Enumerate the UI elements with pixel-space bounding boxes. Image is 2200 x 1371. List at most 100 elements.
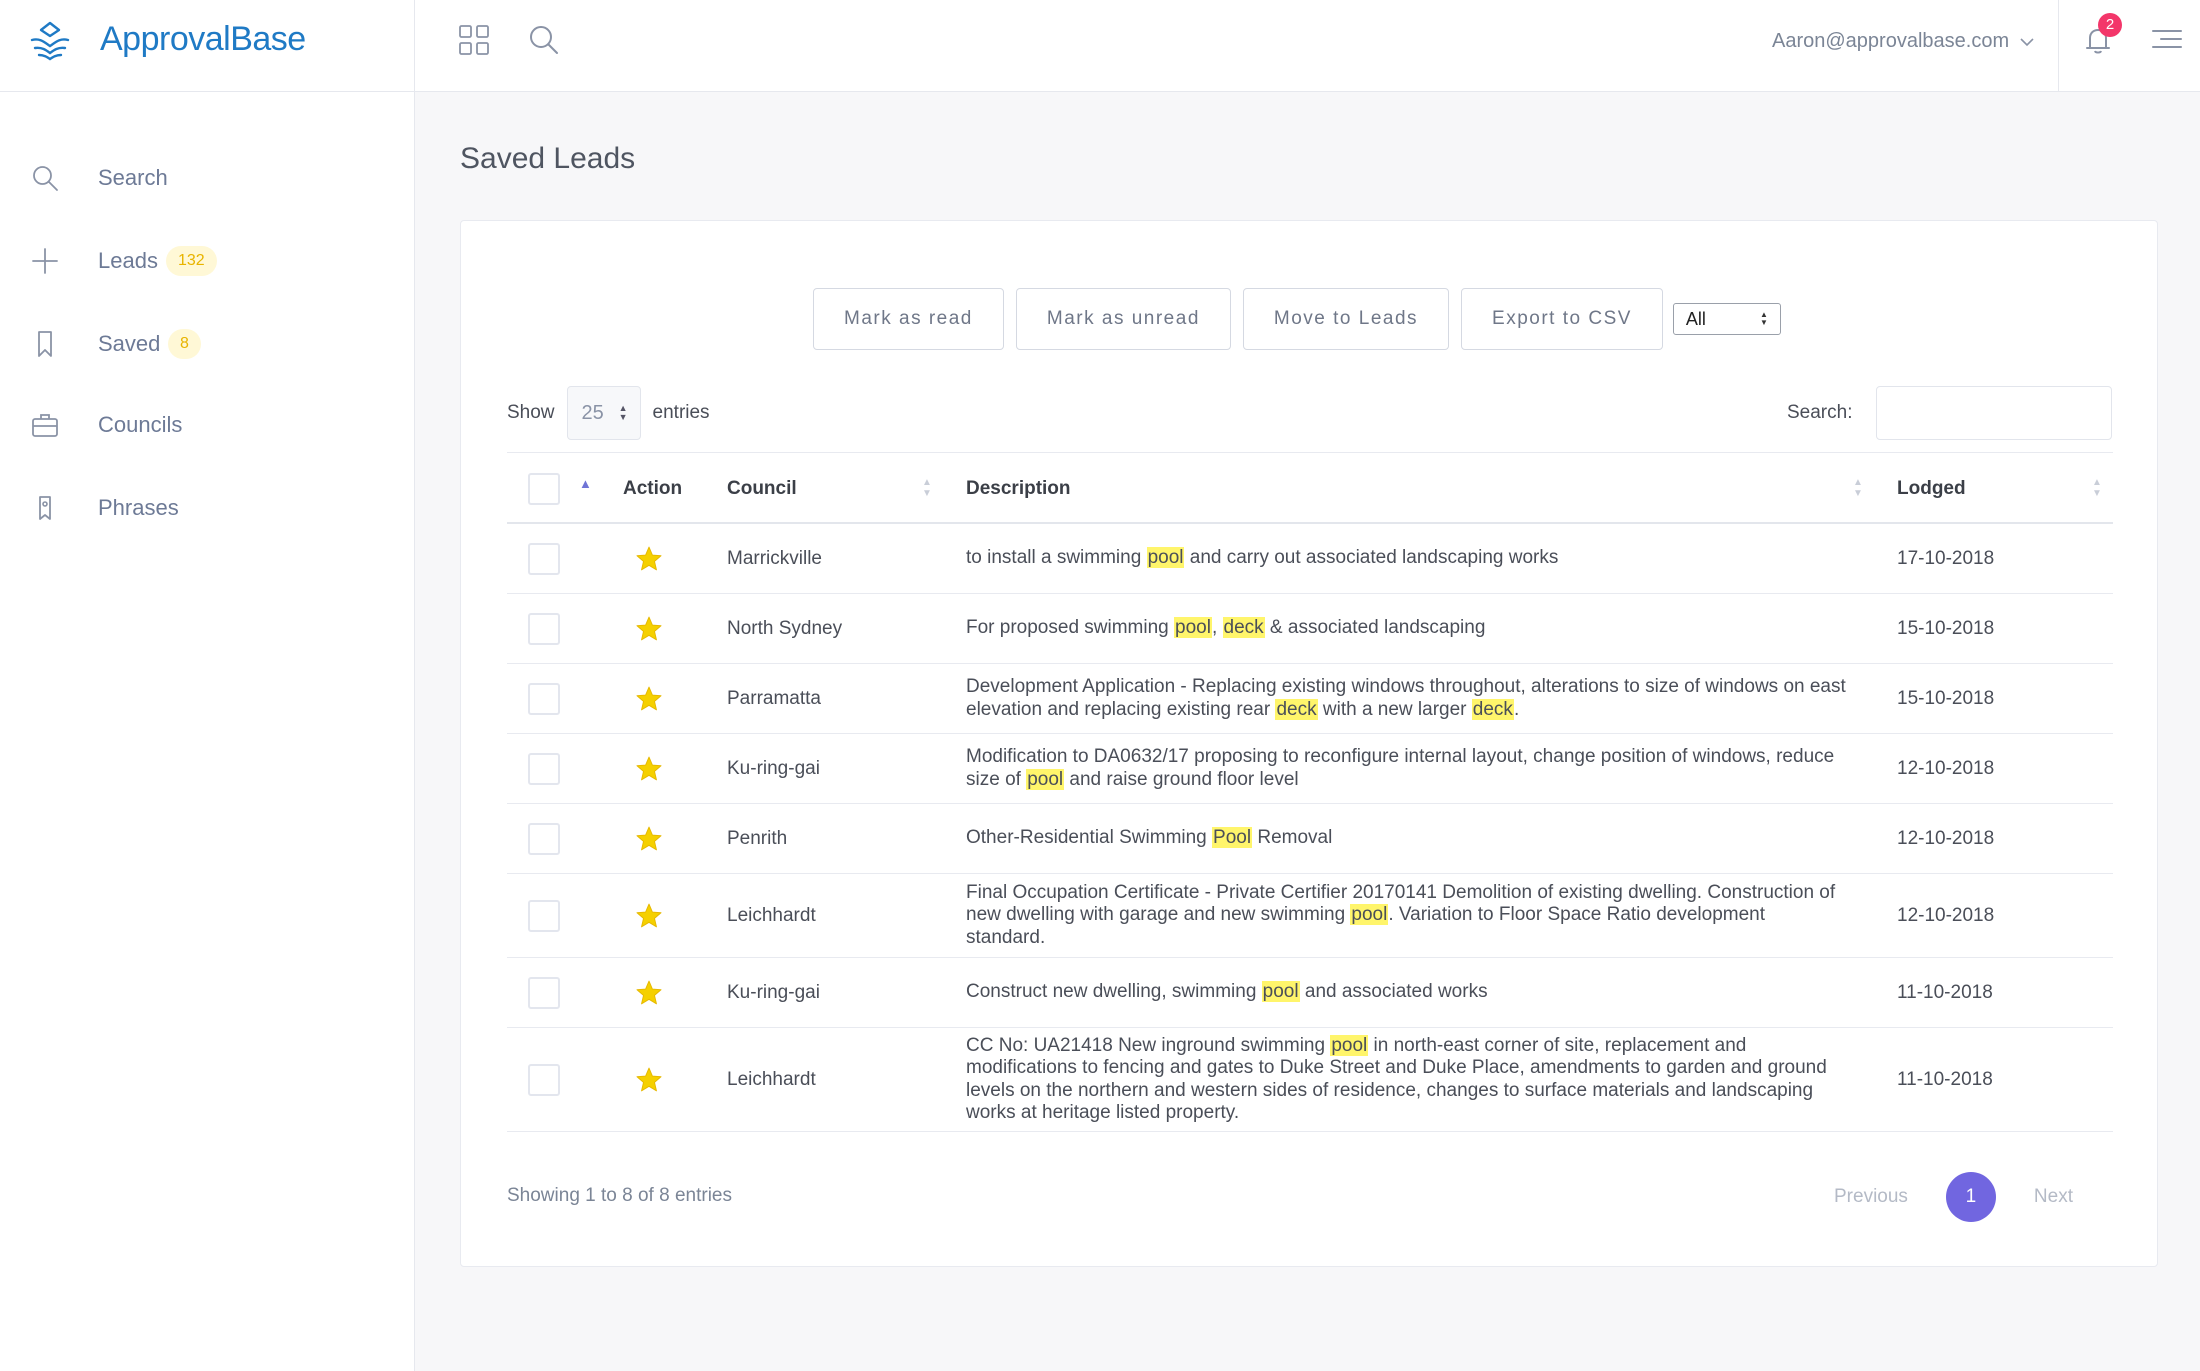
approvalbase-logo-icon[interactable] <box>28 20 72 62</box>
table-search-input[interactable] <box>1876 386 2112 440</box>
table-search-label: Search: <box>1787 402 1853 423</box>
move-to-leads-button[interactable]: Move to Leads <box>1242 288 1450 350</box>
star-icon[interactable] <box>635 755 663 783</box>
sidebar-item-councils[interactable]: Councils <box>0 395 415 455</box>
sidebar-item-search[interactable]: Search <box>0 148 415 208</box>
export-csv-button[interactable]: Export to CSV <box>1461 288 1663 350</box>
keyword-highlight: pool <box>1261 981 1300 1003</box>
row-select-cell <box>528 1028 560 1131</box>
column-header-action[interactable]: Action <box>623 453 682 525</box>
sidebar-item-saved[interactable]: Saved 8 <box>0 314 415 374</box>
keyword-highlight: Pool <box>1212 827 1253 849</box>
lodged-date-cell: 11-10-2018 <box>1897 981 1993 1003</box>
leads-count-badge: 132 <box>166 246 217 276</box>
star-icon[interactable] <box>635 615 663 643</box>
select-all-cell <box>528 453 560 525</box>
row-checkbox[interactable] <box>528 976 560 1009</box>
table-body: Marrickville to install a swimming pool a… <box>507 524 2113 1132</box>
row-checkbox[interactable] <box>528 542 560 575</box>
select-arrows-icon: ▲ ▼ <box>618 403 628 422</box>
sidebar-item-leads[interactable]: Leads 132 <box>0 231 415 291</box>
briefcase-icon <box>32 414 58 437</box>
user-menu[interactable]: Aaron@approvalbase.com <box>1772 30 2035 53</box>
row-select-cell <box>528 594 560 663</box>
row-select-cell <box>528 804 560 873</box>
star-icon[interactable] <box>635 902 663 930</box>
column-header-council[interactable]: Council <box>727 453 797 525</box>
council-cell: Marrickville <box>727 547 822 569</box>
row-action-cell <box>635 594 663 663</box>
sidebar-item-label: Saved <box>98 331 161 356</box>
council-cell: Penrith <box>727 827 788 849</box>
table-row[interactable]: Leichhardt CC No: UA21418 New inground sw… <box>507 1028 2113 1132</box>
table-row[interactable]: Parramatta Development Application - Repl… <box>507 664 2113 734</box>
plus-icon <box>32 248 58 274</box>
menu-icon[interactable] <box>2150 24 2184 54</box>
star-icon[interactable] <box>635 825 663 853</box>
mark-as-read-button[interactable]: Mark as read <box>813 288 1004 350</box>
sort-toggle-icon[interactable]: ▲ ▼ <box>922 477 932 499</box>
keyword-highlight: pool <box>1350 904 1389 926</box>
star-icon[interactable] <box>635 1066 663 1094</box>
brand-name[interactable]: ApprovalBase <box>100 20 306 59</box>
keyword-highlight: deck <box>1222 617 1265 639</box>
row-select-cell <box>528 958 560 1027</box>
pagination: Previous 1 Next <box>1834 1172 2073 1222</box>
row-checkbox[interactable] <box>528 752 560 785</box>
description-cell: Final Occupation Certificate - Private C… <box>966 874 1846 957</box>
description-text: Development Application - Replacing exis… <box>966 676 1846 720</box>
row-select-cell <box>528 664 560 733</box>
row-checkbox[interactable] <box>528 822 560 855</box>
lodged-date-cell: 11-10-2018 <box>1897 1068 1993 1090</box>
search-icon <box>33 166 58 191</box>
keyword-highlight: pool <box>1146 547 1185 569</box>
row-checkbox[interactable] <box>528 612 560 645</box>
council-cell: North Sydney <box>727 617 843 639</box>
sidebar-item-phrases[interactable]: Phrases <box>0 478 415 538</box>
council-cell: Ku-ring-gai <box>727 757 820 779</box>
star-icon[interactable] <box>635 979 663 1007</box>
saved-leads-table: ▲ Action Council ▲ ▼ Description ▲ ▼ Lodge… <box>507 452 2113 1132</box>
table-row[interactable]: Ku-ring-gai Construct new dwelling, swimm… <box>507 958 2113 1028</box>
sort-toggle-icon[interactable]: ▲ ▼ <box>1853 477 1863 499</box>
page-1-button[interactable]: 1 <box>1945 1172 1996 1222</box>
lodged-date-cell: 15-10-2018 <box>1897 687 1995 709</box>
page-length-select[interactable]: 25 ▲ ▼ <box>566 386 641 440</box>
keyword-highlight: pool <box>1330 1034 1369 1056</box>
column-header-description[interactable]: Description <box>966 453 1071 525</box>
tag-icon <box>39 496 51 520</box>
search-icon[interactable] <box>526 22 562 58</box>
sort-asc-icon[interactable]: ▲ <box>579 447 592 519</box>
table-row[interactable]: Penrith Other-Residential Swimming Pool R… <box>507 804 2113 874</box>
row-checkbox[interactable] <box>528 682 560 715</box>
description-cell: Other-Residential Swimming Pool Removal <box>966 804 1846 873</box>
description-text: Other-Residential Swimming Pool Removal <box>966 827 1333 849</box>
select-arrows-icon: ▲ ▼ <box>1760 310 1768 327</box>
council-cell: Ku-ring-gai <box>727 981 820 1003</box>
mark-as-unread-button[interactable]: Mark as unread <box>1015 288 1231 350</box>
table-header: ▲ Action Council ▲ ▼ Description ▲ ▼ Lodge… <box>507 452 2113 524</box>
description-text: Modification to DA0632/17 proposing to r… <box>966 746 1835 790</box>
sort-toggle-icon[interactable]: ▲ ▼ <box>2092 477 2102 499</box>
row-checkbox[interactable] <box>528 899 560 932</box>
description-cell: Development Application - Replacing exis… <box>966 664 1846 733</box>
row-checkbox[interactable] <box>528 1063 560 1096</box>
star-icon[interactable] <box>635 685 663 713</box>
next-page-button[interactable]: Next <box>2034 1186 2073 1208</box>
column-header-lodged[interactable]: Lodged <box>1897 453 1966 525</box>
row-select-cell <box>528 874 560 957</box>
apps-grid-icon[interactable] <box>456 22 492 58</box>
table-row[interactable]: Marrickville to install a swimming pool a… <box>507 524 2113 594</box>
select-all-checkbox[interactable] <box>528 473 560 505</box>
row-action-cell <box>635 804 663 873</box>
council-cell: Parramatta <box>727 687 821 709</box>
description-cell: Modification to DA0632/17 proposing to r… <box>966 734 1846 803</box>
read-filter-select[interactable]: All ▲ ▼ <box>1672 303 1781 335</box>
table-row[interactable]: Leichhardt Final Occupation Certificate -… <box>507 874 2113 958</box>
star-icon[interactable] <box>635 545 663 573</box>
chevron-down-icon <box>2020 37 2034 46</box>
table-row[interactable]: North Sydney For proposed swimming pool, … <box>507 594 2113 664</box>
row-select-cell <box>528 734 560 803</box>
table-row[interactable]: Ku-ring-gai Modification to DA0632/17 pro… <box>507 734 2113 804</box>
previous-page-button[interactable]: Previous <box>1834 1186 1908 1208</box>
